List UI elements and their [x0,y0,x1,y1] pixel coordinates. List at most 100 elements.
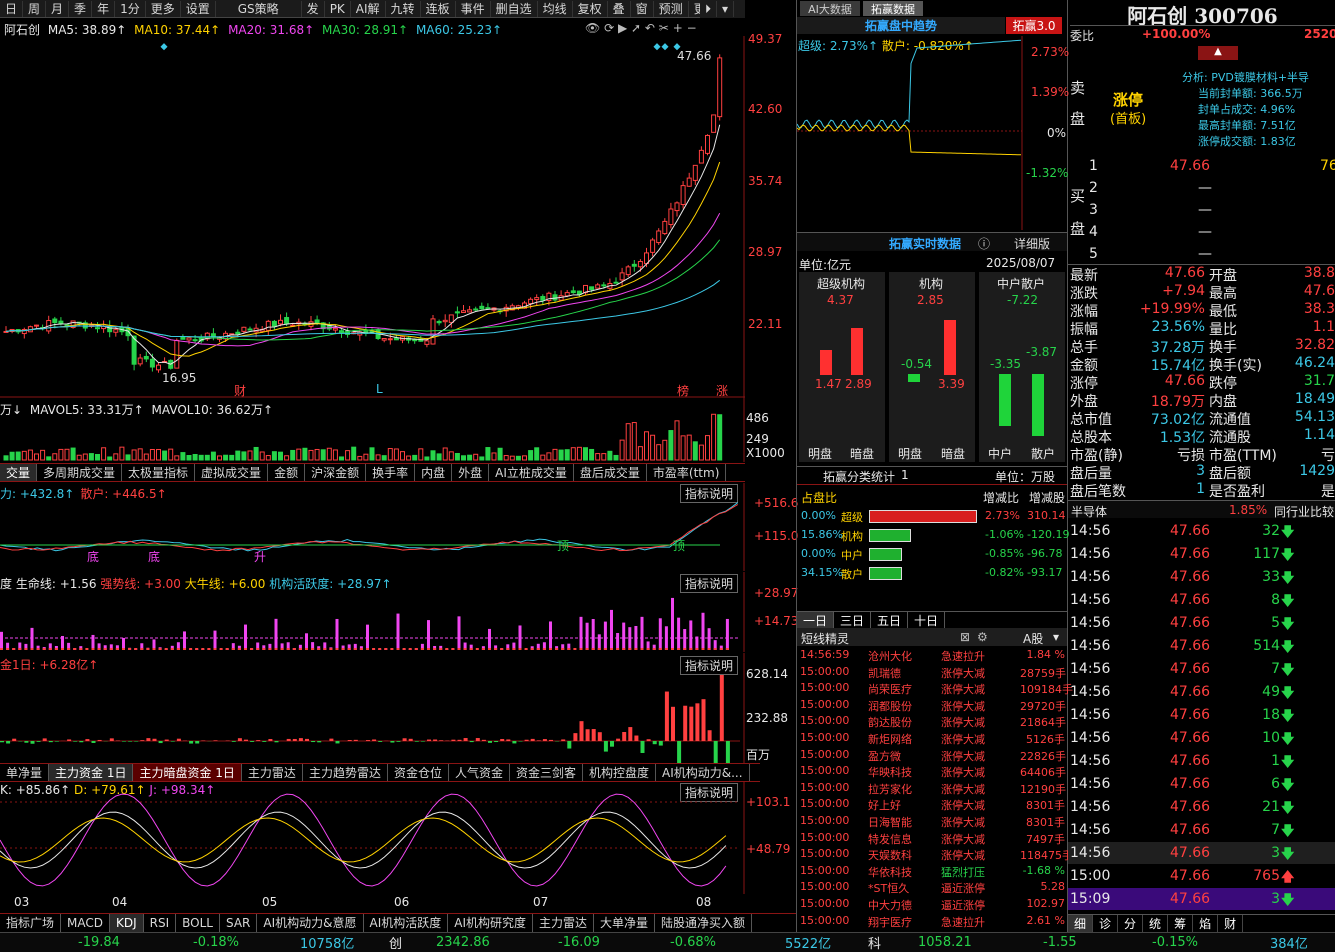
jl-stock[interactable]: 凯瑞德 [868,665,901,681]
toolbar-item[interactable]: 窗 [631,0,654,17]
mid-tab-ai[interactable]: AI大数据 [800,1,860,16]
toolbar-item[interactable]: 季 [69,0,93,17]
jl-stock[interactable]: 日海智能 [868,814,912,830]
detail-dropdown[interactable]: 详细版 [1014,235,1050,252]
sector-compare[interactable]: 同行业比较 [1274,503,1334,520]
toolbar-item[interactable]: 更多 [146,0,181,17]
tab-item[interactable]: 指标广场 [0,914,62,932]
ind2-chart[interactable] [0,572,745,652]
tab-item[interactable]: KDJ [110,914,144,932]
jl-stock[interactable]: 特发信息 [868,831,912,847]
tab-item[interactable]: 换手率 [366,464,416,481]
tab-item[interactable]: 内盘 [415,464,453,481]
gear-icon[interactable]: ⚙ [977,630,988,644]
jl-stock[interactable]: *ST恒久 [868,880,909,896]
toolbar-item[interactable]: PK [325,0,351,17]
tab-item[interactable]: 交量 [0,464,38,481]
tab-item[interactable]: AI机构活跃度 [364,914,449,932]
toolbar-item[interactable]: 1分 [115,0,146,17]
tab-item[interactable]: AI机构研究度 [448,914,533,932]
tab-item[interactable]: AI立桩成交量 [489,464,574,481]
tab-item[interactable]: 资金仓位 [388,764,449,781]
jl-stock[interactable]: 尚荣医疗 [868,681,912,697]
toolbar-item[interactable]: 复权 [573,0,608,17]
tab-item[interactable]: RSI [144,914,177,932]
day-tab[interactable]: 五日 [871,612,909,628]
tab-item[interactable]: 金额 [268,464,306,481]
day-tab[interactable]: 十日 [908,612,946,628]
toolbar-item[interactable]: 事件 [456,0,491,17]
jl-stock[interactable]: 华映科技 [868,764,912,780]
jl-stock[interactable]: 好上好 [868,797,901,813]
trend-chart[interactable] [797,36,1067,230]
toolbar-item[interactable]: 删自选 [491,0,538,17]
kdj-chart[interactable] [0,782,745,894]
jl-stock[interactable]: 新炬网络 [868,731,912,747]
volume-chart[interactable] [0,398,745,462]
jl-stock[interactable]: 华依科技 [868,864,912,880]
tab-item[interactable]: 主力雷达 [533,914,595,932]
tab-item[interactable]: 外盘 [452,464,490,481]
tab-item[interactable]: 盘后成交量 [574,464,647,481]
right-tab[interactable]: 财 [1218,915,1244,932]
toolbar-item[interactable]: 周 [23,0,47,17]
minus-icon[interactable]: − [687,21,697,35]
ind1-chart[interactable] [0,483,745,571]
toolbar-item[interactable]: GS策略 [216,0,302,17]
toolbar-item[interactable]: 设置 [181,0,216,17]
filter-icon[interactable]: ⊠ [960,630,970,644]
tab-item[interactable]: 市盈率(ttm) [647,464,727,481]
cursor-icon[interactable]: ➚ [631,21,641,35]
menu-icon[interactable]: ▾ [717,1,735,17]
tab-item[interactable]: 人气资金 [449,764,510,781]
plus-icon[interactable]: + [673,21,683,35]
scissors-icon[interactable]: ✂ [659,21,669,35]
tab-item[interactable]: 主力雷达 [242,764,303,781]
info-icon[interactable]: ⓘ [978,235,990,252]
toolbar-item[interactable]: 发 [302,0,325,17]
jl-stock[interactable]: 沧州大化 [868,648,912,664]
toolbar-item[interactable]: 预测 [654,0,689,17]
toolbar-item[interactable]: 叠 [608,0,631,17]
tab-item[interactable]: 多周期成交量 [37,464,123,481]
tab-item[interactable]: 主力资金 1日 [49,764,134,781]
right-tab[interactable]: 焰 [1193,915,1219,932]
tab-item[interactable]: 陆股通净买入额 [655,914,753,932]
tab-item[interactable]: 太极量指标 [122,464,196,481]
toolbar-item[interactable]: 九转 [386,0,421,17]
trend-badge[interactable]: 拓赢3.0 [1006,17,1062,34]
market-select[interactable]: A股 [1023,630,1043,647]
day-tab[interactable]: 三日 [834,612,872,628]
right-tab[interactable]: 统 [1143,915,1169,932]
right-tab[interactable]: 细 [1068,915,1094,932]
tab-item[interactable]: MACD [61,914,110,932]
candlestick-chart[interactable] [0,36,745,398]
right-tab[interactable]: 筹 [1168,915,1194,932]
tab-item[interactable]: 主力暗盘资金 1日 [133,764,242,781]
toolbar-item[interactable]: AI解 [351,0,386,17]
toolbar-item[interactable]: 均线 [538,0,573,17]
tab-item[interactable]: AI机构动力&意愿 [257,914,364,932]
toolbar-item[interactable]: 月 [46,0,70,17]
chevron-down-icon[interactable]: ▾ [1053,630,1059,644]
jl-stock[interactable]: 盈方微 [868,748,901,764]
jl-stock[interactable]: 中大力德 [868,897,912,913]
jl-stock[interactable]: 韵达股份 [868,714,912,730]
eye-icon[interactable]: 👁 [585,21,600,35]
right-tab[interactable]: 诊 [1093,915,1119,932]
ind3-chart[interactable] [0,653,745,763]
tab-item[interactable]: 资金三剑客 [510,764,583,781]
tab-item[interactable]: AI机构动力&... [656,764,750,781]
jl-stock[interactable]: 天娱数科 [868,847,912,863]
jl-stock[interactable]: 润都股份 [868,698,912,714]
mid-tab-tuoying[interactable]: 拓赢数据 [863,1,923,16]
jl-stock[interactable]: 翔宇医疗 [868,914,912,930]
refresh-icon[interactable]: ⟳ [604,21,614,35]
play-icon[interactable]: ▶ [618,21,627,35]
collapse-icon[interactable]: ▲ [1198,46,1238,60]
tab-item[interactable]: 单净量 [0,764,50,781]
tab-item[interactable]: 沪深金额 [305,464,367,481]
undo-icon[interactable]: ↶ [645,21,655,35]
next-icon[interactable]: ⏵ [700,1,718,17]
tab-item[interactable]: SAR [220,914,258,932]
